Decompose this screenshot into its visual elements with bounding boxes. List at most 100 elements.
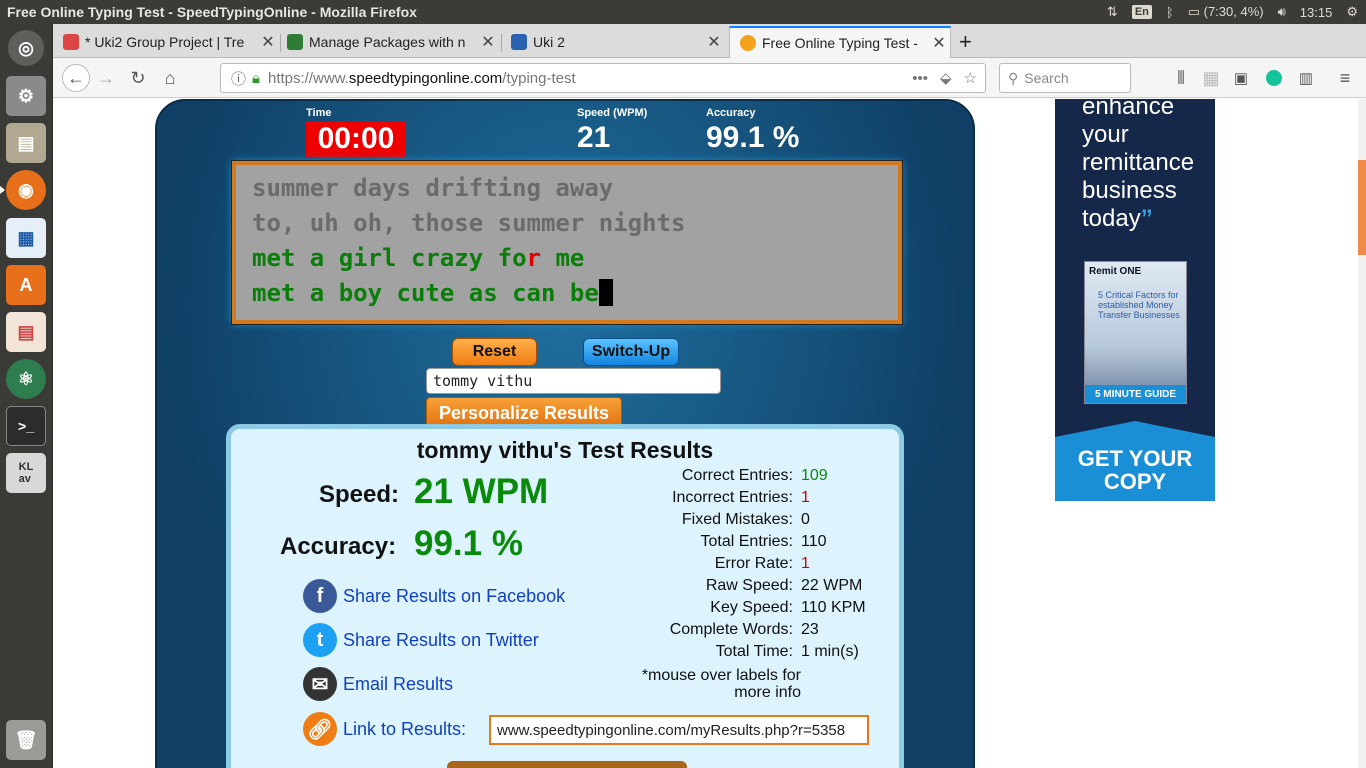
page-actions-icon[interactable]: ••• bbox=[912, 70, 928, 87]
writer-icon[interactable]: ▦ bbox=[6, 218, 46, 258]
firefox-icon[interactable]: ◉ bbox=[0, 170, 46, 210]
stat-value: 22 WPM bbox=[801, 577, 863, 594]
ubuntu-dash-icon[interactable]: ◎ bbox=[8, 30, 44, 66]
close-icon[interactable]: ✕ bbox=[257, 32, 279, 52]
forward-button[interactable]: → bbox=[94, 66, 118, 90]
clock[interactable]: 13:15 bbox=[1300, 5, 1333, 20]
atom-icon[interactable]: ⚛ bbox=[6, 359, 46, 399]
screenshot-icon[interactable]: ▣ bbox=[1229, 66, 1253, 90]
typing-test-panel: Time 00:00 Speed (WPM) 21 Accuracy 99.1 … bbox=[155, 99, 975, 768]
pocket-icon[interactable]: ⬙ bbox=[940, 69, 952, 87]
close-icon[interactable]: ✕ bbox=[928, 33, 950, 53]
page-scrollbar[interactable] bbox=[1358, 99, 1366, 768]
tab-manage-packages[interactable]: Manage Packages with n ✕ bbox=[277, 26, 499, 58]
switch-up-button[interactable]: Switch-Up bbox=[583, 338, 679, 366]
system-settings-icon[interactable]: ⚙ bbox=[6, 76, 46, 116]
page-content: Time 00:00 Speed (WPM) 21 Accuracy 99.1 … bbox=[53, 99, 1358, 768]
speed-label: Speed (WPM) bbox=[577, 107, 648, 119]
facebook-icon: f bbox=[303, 579, 337, 613]
stat-row: Raw Speed: 22 WPM bbox=[621, 577, 911, 599]
battery-icon: ▭ bbox=[1187, 4, 1200, 19]
speed-value: 21 bbox=[577, 121, 611, 154]
tab-free-online-typing-test[interactable]: Free Online Typing Test - ✕ bbox=[729, 26, 951, 58]
reload-button[interactable]: ↻ bbox=[126, 66, 150, 90]
sync-icon[interactable]: ▦ bbox=[1199, 66, 1223, 90]
link-to-results-label: Link to Results: bbox=[343, 718, 467, 739]
impress-icon[interactable]: ▤ bbox=[6, 312, 46, 352]
share-facebook-label: Share Results on Facebook bbox=[343, 585, 566, 606]
text-cursor bbox=[598, 279, 613, 306]
arrow-left-icon: ← bbox=[67, 67, 85, 88]
user-icon bbox=[511, 34, 527, 50]
stat-row: Total Time: 1 min(s) bbox=[621, 643, 911, 665]
reset-button[interactable]: Reset bbox=[452, 338, 537, 366]
search-input[interactable]: ⚲ Search bbox=[999, 63, 1131, 93]
name-input[interactable]: tommy vithu bbox=[426, 368, 721, 394]
link-icon: 🔗︎ bbox=[303, 712, 337, 746]
stat-row: Total Entries: 110 bbox=[621, 533, 911, 555]
stat-label[interactable]: Error Rate: bbox=[621, 555, 801, 577]
scrollbar-thumb[interactable] bbox=[1358, 160, 1366, 255]
email-results-link[interactable]: ✉ Email Results bbox=[303, 667, 453, 701]
reader-view-icon[interactable]: ▥ bbox=[1294, 66, 1318, 90]
typing-text-area[interactable]: summer days drifting away to, uh oh, tho… bbox=[231, 160, 903, 325]
info-icon[interactable]: ⓘ bbox=[231, 68, 246, 89]
stat-label[interactable]: Total Time: bbox=[621, 643, 801, 665]
stat-label[interactable]: Complete Words: bbox=[621, 621, 801, 643]
share-facebook-link[interactable]: f Share Results on Facebook bbox=[303, 579, 565, 613]
stat-label[interactable]: Total Entries: bbox=[621, 533, 801, 555]
library-icon[interactable]: ⫴ bbox=[1169, 66, 1193, 90]
keyboard-icon[interactable]: KL av bbox=[6, 453, 46, 493]
get-your-copy-button[interactable]: GET YOUR COPY bbox=[1055, 437, 1215, 501]
results-link-field[interactable]: www.speedtypingonline.com/myResults.php?… bbox=[489, 715, 869, 745]
stat-label[interactable]: Incorrect Entries: bbox=[621, 489, 801, 511]
typing-test-icon bbox=[740, 35, 756, 51]
tab-label: Manage Packages with n bbox=[309, 34, 466, 50]
tab-uki2-group-project[interactable]: * Uki2 Group Project | Tre ✕ bbox=[53, 26, 279, 58]
stat-value: 110 KPM bbox=[801, 599, 866, 616]
search-icon: ⚲ bbox=[1008, 69, 1019, 86]
tab-uki2[interactable]: Uki 2 ✕ bbox=[501, 26, 725, 58]
grammarly-icon[interactable] bbox=[1262, 66, 1286, 90]
partial-button-bottom[interactable] bbox=[447, 761, 687, 768]
quote-mark-icon: ” bbox=[1140, 205, 1153, 232]
terminal-icon[interactable]: >_ bbox=[6, 406, 46, 446]
stat-row: Error Rate: 1 bbox=[621, 555, 911, 577]
reload-icon: ↻ bbox=[130, 67, 146, 88]
bookmark-star-icon[interactable]: ☆ bbox=[964, 69, 977, 87]
keyboard-layout-indicator[interactable]: En bbox=[1131, 5, 1152, 19]
battery-text: (7:30, 4%) bbox=[1203, 4, 1264, 19]
ad-book-image: Remit ONE 5 Critical Factors for establi… bbox=[1084, 261, 1187, 404]
volume-icon[interactable]: 🔊︎ bbox=[1278, 4, 1286, 20]
stat-label[interactable]: Raw Speed: bbox=[621, 577, 801, 599]
share-twitter-link[interactable]: t Share Results on Twitter bbox=[303, 623, 539, 657]
trash-icon[interactable]: 🗑︎ bbox=[6, 720, 46, 760]
system-tray: ⇅ En ᛒ ▭ (7:30, 4%) 🔊︎ 13:15 ⚙ bbox=[1107, 0, 1358, 24]
battery-indicator[interactable]: ▭ (7:30, 4%) bbox=[1188, 4, 1264, 20]
close-icon[interactable]: ✕ bbox=[703, 32, 725, 52]
email-icon: ✉ bbox=[303, 667, 337, 701]
tab-label: Uki 2 bbox=[533, 34, 565, 50]
advertisement-banner[interactable]: enhance your remittance business today” … bbox=[1055, 99, 1215, 501]
close-icon[interactable]: ✕ bbox=[477, 32, 499, 52]
system-top-bar: Free Online Typing Test - SpeedTypingOnl… bbox=[0, 0, 1366, 24]
stat-label[interactable]: Fixed Mistakes: bbox=[621, 511, 801, 533]
menu-icon[interactable]: ≡ bbox=[1333, 66, 1357, 90]
back-button[interactable]: ← bbox=[62, 64, 90, 92]
gear-icon[interactable]: ⚙ bbox=[1346, 4, 1358, 20]
software-center-icon[interactable]: A bbox=[6, 265, 46, 305]
stat-label[interactable]: Key Speed: bbox=[621, 599, 801, 621]
speed-result-value: 21 WPM bbox=[414, 472, 549, 511]
stat-label[interactable]: Correct Entries: bbox=[621, 467, 801, 489]
new-tab-button[interactable]: + bbox=[953, 26, 987, 58]
ad-book-brand: Remit ONE bbox=[1089, 266, 1142, 277]
stat-value: 1 bbox=[801, 555, 810, 572]
network-icon[interactable]: ⇅ bbox=[1107, 4, 1118, 20]
ad-quote: enhance your remittance business today” bbox=[1082, 99, 1215, 233]
files-icon[interactable]: ▤ bbox=[6, 123, 46, 163]
url-bar[interactable]: ⓘ 🔒︎ https://www. speedtypingonline.com/t… bbox=[220, 63, 986, 93]
home-button[interactable]: ⌂ bbox=[158, 66, 182, 90]
url-path: /typing-test bbox=[502, 69, 576, 87]
bluetooth-icon[interactable]: ᛒ bbox=[1166, 5, 1174, 20]
stat-row: Incorrect Entries: 1 bbox=[621, 489, 911, 511]
